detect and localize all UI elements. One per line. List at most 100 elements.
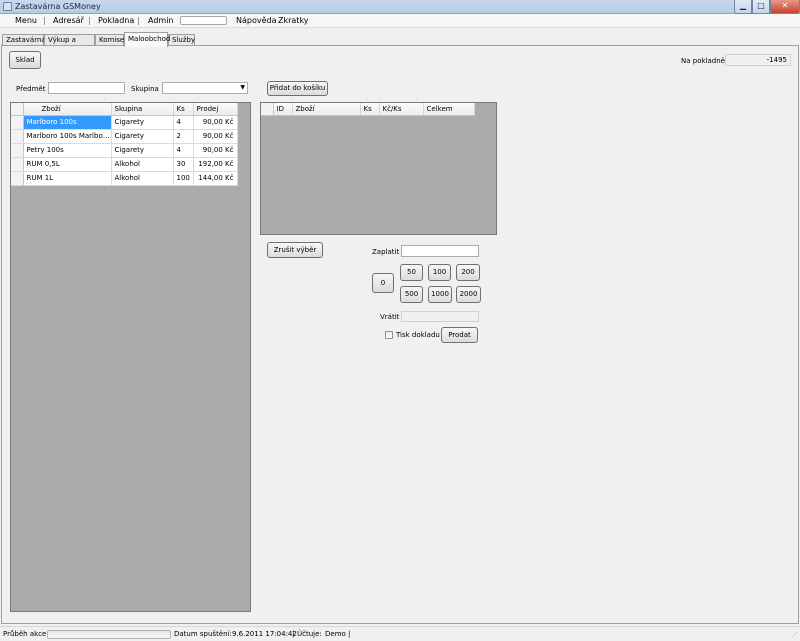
row-header[interactable] [11,157,24,172]
cell-prodej[interactable]: 90,00 Kč [193,115,238,130]
table-row[interactable]: RUM 1L Alkohol 100 144,00 Kč [11,171,238,186]
column-header-ks[interactable]: Ks [360,103,380,116]
row-header-corner [11,103,24,116]
table-row[interactable]: Petry 100s Cigarety 4 90,00 Kč [11,143,238,158]
stock-grid-header: Zboží Skupina Ks Prodej [11,103,238,116]
table-row[interactable]: RUM 0,5L Alkohol 30 192,00 Kč [11,157,238,172]
cell-prodej[interactable]: 192,00 Kč [193,157,238,172]
cell-prodej[interactable]: 144,00 Kč [193,171,238,186]
cell-ks[interactable]: 30 [173,157,194,172]
menu-item-pokladna[interactable]: Pokladna [98,16,134,26]
amount-50-button[interactable]: 50 [400,264,423,281]
stock-grid: Zboží Skupina Ks Prodej Marlboro 100s Ci… [10,102,251,612]
amount-100-button[interactable]: 100 [428,264,451,281]
row-header[interactable] [11,115,24,130]
sklad-button[interactable]: Sklad [9,51,41,69]
cell-ks[interactable]: 4 [173,143,194,158]
account-value: Demo [325,630,346,638]
skupina-label: Skupina [131,85,159,93]
resize-grip-icon[interactable]: ⋰ [791,631,798,639]
predmet-input[interactable] [48,82,125,94]
cash-value: -1495 [725,54,791,66]
progress-label: Průběh akce [3,630,47,638]
cart-grid-header: ID Zboží Ks Kč/Ks Celkem [261,103,475,116]
menu-separator [89,17,90,25]
app-icon [3,2,12,11]
sell-button[interactable]: Prodat [441,327,478,343]
amount-2000-button[interactable]: 2000 [456,286,481,303]
close-icon: ✕ [781,1,789,10]
minimize-icon: ▁ [739,1,747,10]
start-date-value: 9.6.2011 17:04:42 [232,630,297,638]
cell-zbozi[interactable]: RUM 0,5L [23,157,112,172]
print-receipt-checkbox[interactable] [385,331,393,339]
vratit-value [401,311,479,322]
cell-skupina[interactable]: Cigarety [111,143,174,158]
column-header-skupina[interactable]: Skupina [111,103,174,116]
close-button[interactable]: ✕ [770,0,800,14]
add-to-cart-button[interactable]: Přidat do košíku [267,81,328,96]
window-title: Zastavárna GSMoney [15,2,101,11]
print-receipt-label[interactable]: Tisk dokladu [396,331,440,339]
cell-skupina[interactable]: Alkohol [111,157,174,172]
cell-ks[interactable]: 100 [173,171,194,186]
title-bar: Zastavárna GSMoney ▁ □ ✕ [0,0,800,14]
zaplatit-label: Zaplatit [372,248,400,256]
tab-maloobchod[interactable]: Maloobchod [124,32,170,47]
cart-grid: ID Zboží Ks Kč/Ks Celkem [260,102,497,235]
menu-bar: Menu Adresář Pokladna Admin Nápověda Zkr… [0,14,800,28]
amount-0-button[interactable]: 0 [372,273,394,293]
status-bar: Průběh akce Datum spuštění: 9.6.2011 17:… [0,626,800,641]
cell-skupina[interactable]: Alkohol [111,171,174,186]
cell-ks[interactable]: 4 [173,115,194,130]
vratit-label: Vrátit [380,313,400,321]
column-header-id[interactable]: ID [273,103,293,116]
status-separator: | [348,630,351,638]
table-row[interactable]: Marlboro 100s Cigarety 4 90,00 Kč [11,115,238,130]
start-date-label: Datum spuštění: [174,630,232,638]
menu-separator [44,17,45,25]
column-header-ks[interactable]: Ks [173,103,194,116]
amount-200-button[interactable]: 200 [456,264,480,281]
progress-bar [47,630,171,639]
cell-skupina[interactable]: Cigarety [111,115,174,130]
minimize-button[interactable]: ▁ [734,0,752,14]
cell-skupina[interactable]: Cigarety [111,129,174,144]
cell-zbozi[interactable]: Petry 100s [23,143,112,158]
admin-field[interactable] [180,16,227,25]
cancel-selection-button[interactable]: Zrušit výběr [267,242,323,258]
column-header-kc-ks[interactable]: Kč/Ks [379,103,424,116]
cell-zbozi[interactable]: Marlboro 100s Marlboro 1... [23,129,112,144]
maximize-icon: □ [757,1,765,10]
menu-item-menu[interactable]: Menu [15,16,37,26]
row-header[interactable] [11,171,24,186]
menu-item-napoveda[interactable]: Nápověda [236,16,277,26]
cell-prodej[interactable]: 90,00 Kč [193,143,238,158]
zaplatit-input[interactable] [401,245,479,257]
chevron-down-icon: ▼ [240,84,245,91]
cell-prodej[interactable]: 90,00 Kč [193,129,238,144]
column-header-zbozi[interactable]: Zboží [23,103,112,116]
row-header[interactable] [11,143,24,158]
menu-item-adresar[interactable]: Adresář [53,16,84,26]
table-row[interactable]: Marlboro 100s Marlboro 1... Cigarety 2 9… [11,129,238,144]
row-header[interactable] [11,129,24,144]
account-label: Účtuje: [297,630,322,638]
menu-separator [138,17,139,25]
column-header-zbozi[interactable]: Zboží [292,103,361,116]
menu-item-zkratky[interactable]: Zkratky [278,16,309,26]
skupina-select[interactable]: ▼ [162,82,248,94]
amount-1000-button[interactable]: 1000 [428,286,452,303]
maximize-button[interactable]: □ [752,0,770,14]
amount-500-button[interactable]: 500 [400,286,423,303]
cell-zbozi[interactable]: RUM 1L [23,171,112,186]
predmet-label: Předmět [16,85,46,93]
column-header-celkem[interactable]: Celkem [423,103,475,116]
status-separator: | [292,630,295,638]
menu-item-admin[interactable]: Admin [148,16,174,26]
cash-label: Na pokladně [681,57,725,65]
cell-zbozi[interactable]: Marlboro 100s [23,115,112,130]
column-header-prodej[interactable]: Prodej [193,103,238,116]
tab-strip: Zastavárna Výkup a Prodej Komise Maloobc… [0,32,800,54]
cell-ks[interactable]: 2 [173,129,194,144]
